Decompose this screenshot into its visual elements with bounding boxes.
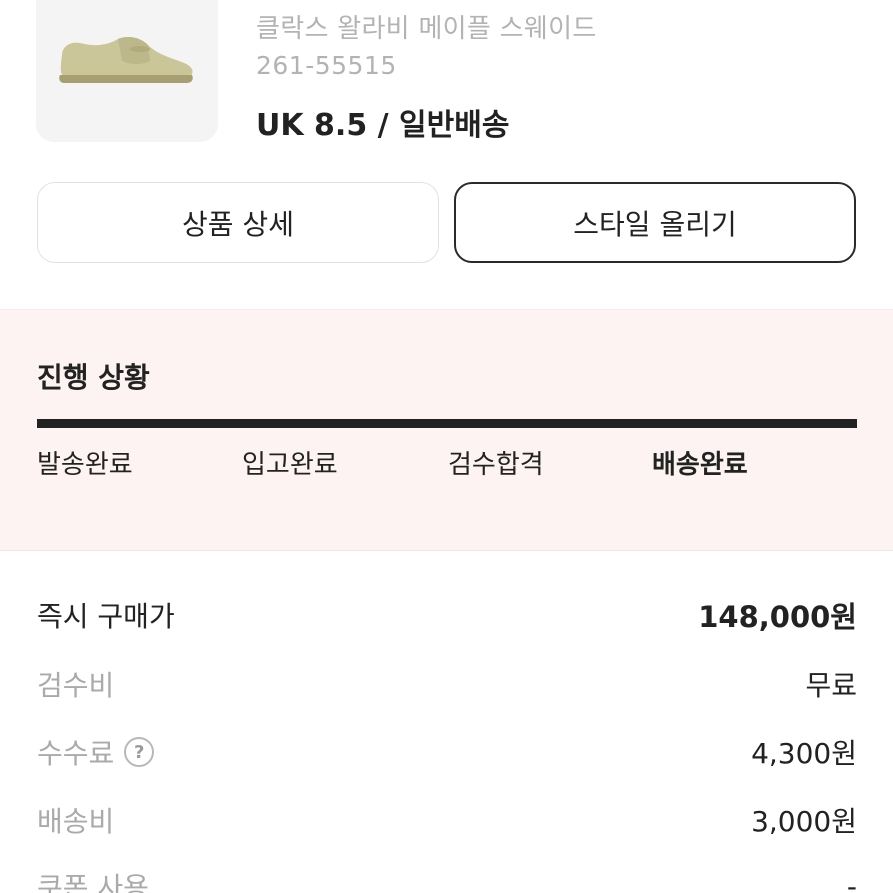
price-row-coupon: 쿠폰 사용 - xyxy=(37,864,857,893)
product-summary: 클락스 왈라비 메이플 스웨이드 261-55515 UK 8.5 / 일반배송 xyxy=(0,0,893,160)
progress-bar-fill xyxy=(37,419,857,428)
product-detail-button[interactable]: 상품 상세 xyxy=(37,182,439,263)
price-value: 무료 xyxy=(805,669,857,702)
progress-bar xyxy=(37,419,857,428)
price-value: 4,300원 xyxy=(751,737,857,770)
shoe-image xyxy=(59,37,193,83)
step-received: 입고완료 xyxy=(242,450,338,480)
step-inspection-passed: 검수합격 xyxy=(448,450,544,480)
price-value: - xyxy=(846,869,857,893)
product-name: 클락스 왈라비 메이플 스웨이드 xyxy=(256,14,597,44)
price-value: 148,000원 xyxy=(698,600,857,634)
price-row-shipping-fee: 배송비 3,000원 xyxy=(37,798,857,842)
price-row-inspection-fee: 검수비 무료 xyxy=(37,662,857,706)
price-row-buy-now: 즉시 구매가 148,000원 xyxy=(37,593,857,637)
order-detail-page: 클락스 왈라비 메이플 스웨이드 261-55515 UK 8.5 / 일반배송… xyxy=(0,0,893,893)
product-code: 261-55515 xyxy=(256,51,397,80)
price-label-wrap: 수수료 ? xyxy=(37,732,155,772)
price-label: 즉시 구매가 xyxy=(37,600,175,633)
post-style-button[interactable]: 스타일 올리기 xyxy=(454,182,856,263)
step-shipped: 발송완료 xyxy=(37,450,133,480)
price-value: 3,000원 xyxy=(751,805,857,838)
price-label: 배송비 xyxy=(37,805,115,838)
progress-title: 진행 상황 xyxy=(37,361,150,394)
step-delivered: 배송완료 xyxy=(652,450,748,480)
price-row-commission: 수수료 ? 4,300원 xyxy=(37,730,857,774)
price-label: 수수료 xyxy=(37,737,115,770)
progress-section: 진행 상황 발송완료 입고완료 검수합격 배송완료 xyxy=(0,310,893,551)
product-thumbnail[interactable] xyxy=(36,0,218,142)
price-label: 쿠폰 사용 xyxy=(37,871,149,893)
price-label: 검수비 xyxy=(37,669,115,702)
product-option: UK 8.5 / 일반배송 xyxy=(256,108,510,143)
help-icon[interactable]: ? xyxy=(124,737,155,767)
